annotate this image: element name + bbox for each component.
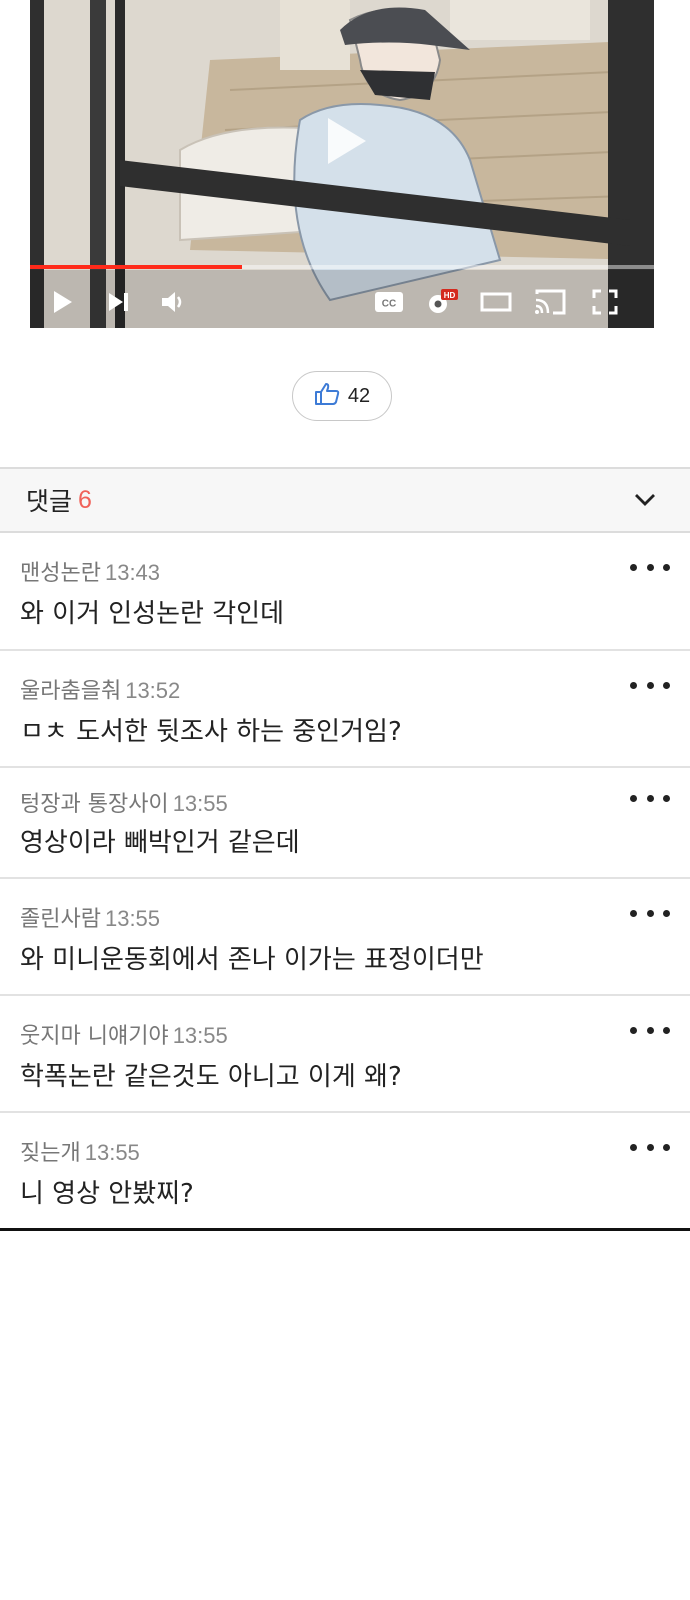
more-options-icon[interactable] — [630, 1135, 670, 1159]
play-icon[interactable] — [48, 280, 78, 324]
comment-item: 짖는개 13:55 니 영상 안봤찌? — [0, 1113, 690, 1231]
comment-author[interactable]: 졸린사람 — [20, 907, 101, 932]
more-options-icon[interactable] — [630, 555, 670, 579]
comment-item: 맨성논란 13:43 와 이거 인성논란 각인데 — [0, 533, 690, 651]
comment-item: 울라춤을춰 13:52 ㅁㅊ 도서한 뒷조사 하는 중인거임? — [0, 651, 690, 768]
comment-time: 13:43 — [104, 560, 161, 585]
comment-author[interactable]: 웃지마 니얘기야 — [20, 1024, 169, 1049]
volume-icon[interactable] — [156, 280, 192, 324]
comment-item: 텅장과 통장사이 13:55 영상이라 빼박인거 같은데 — [0, 768, 690, 879]
comment-text: 와 이거 인성논란 각인데 — [20, 599, 284, 629]
comment-time: 13:52 — [125, 678, 181, 703]
thumbs-up-icon — [314, 382, 340, 410]
comments-title: 댓글 — [26, 487, 73, 516]
fullscreen-icon[interactable] — [586, 280, 624, 324]
comment-author[interactable]: 짖는개 — [20, 1141, 81, 1166]
player-controls: CC HD — [30, 280, 654, 324]
comment-author[interactable]: 텅장과 통장사이 — [20, 792, 169, 817]
next-icon[interactable] — [104, 280, 134, 324]
more-options-icon[interactable] — [630, 1018, 670, 1042]
comment-author[interactable]: 맨성논란 — [20, 561, 101, 586]
chevron-down-icon[interactable] — [628, 483, 662, 517]
more-options-icon[interactable] — [630, 786, 670, 810]
center-play-icon[interactable] — [310, 108, 376, 174]
theater-mode-icon[interactable] — [478, 280, 514, 324]
captions-label: CC — [382, 299, 396, 310]
comment-text: 와 미니운동회에서 존나 이가는 표정이더만 — [20, 945, 484, 975]
comment-time: 13:55 — [172, 791, 228, 816]
settings-hd-icon[interactable]: HD — [422, 280, 462, 324]
comment-time: 13:55 — [104, 906, 161, 931]
comment-time: 13:55 — [84, 1140, 140, 1165]
captions-icon[interactable]: CC — [372, 280, 406, 324]
more-options-icon[interactable] — [630, 673, 670, 697]
comment-time: 13:55 — [172, 1023, 228, 1048]
comment-text: 영상이라 빼박인거 같은데 — [20, 828, 300, 858]
comments-count: 6 — [78, 485, 92, 514]
comment-author[interactable]: 울라춤을춰 — [20, 679, 121, 704]
video-player[interactable]: CC HD — [30, 0, 654, 328]
comment-text: ㅁㅊ 도서한 뒷조사 하는 중인거임? — [20, 717, 402, 747]
comment-item: 졸린사람 13:55 와 미니운동회에서 존나 이가는 표정이더만 — [0, 879, 690, 996]
comment-item: 웃지마 니얘기야 13:55 학폭논란 같은것도 아니고 이게 왜? — [0, 996, 690, 1113]
comments-header[interactable]: 댓글 6 — [0, 467, 690, 533]
hd-badge: HD — [444, 291, 456, 300]
more-options-icon[interactable] — [630, 901, 670, 925]
like-button[interactable]: 42 — [292, 371, 392, 421]
comment-text: 니 영상 안봤찌? — [20, 1179, 194, 1209]
progress-bar[interactable] — [30, 265, 654, 269]
like-count: 42 — [347, 384, 371, 407]
comment-text: 학폭논란 같은것도 아니고 이게 왜? — [20, 1062, 402, 1092]
progress-fill — [30, 265, 243, 269]
cast-icon[interactable] — [530, 280, 570, 324]
